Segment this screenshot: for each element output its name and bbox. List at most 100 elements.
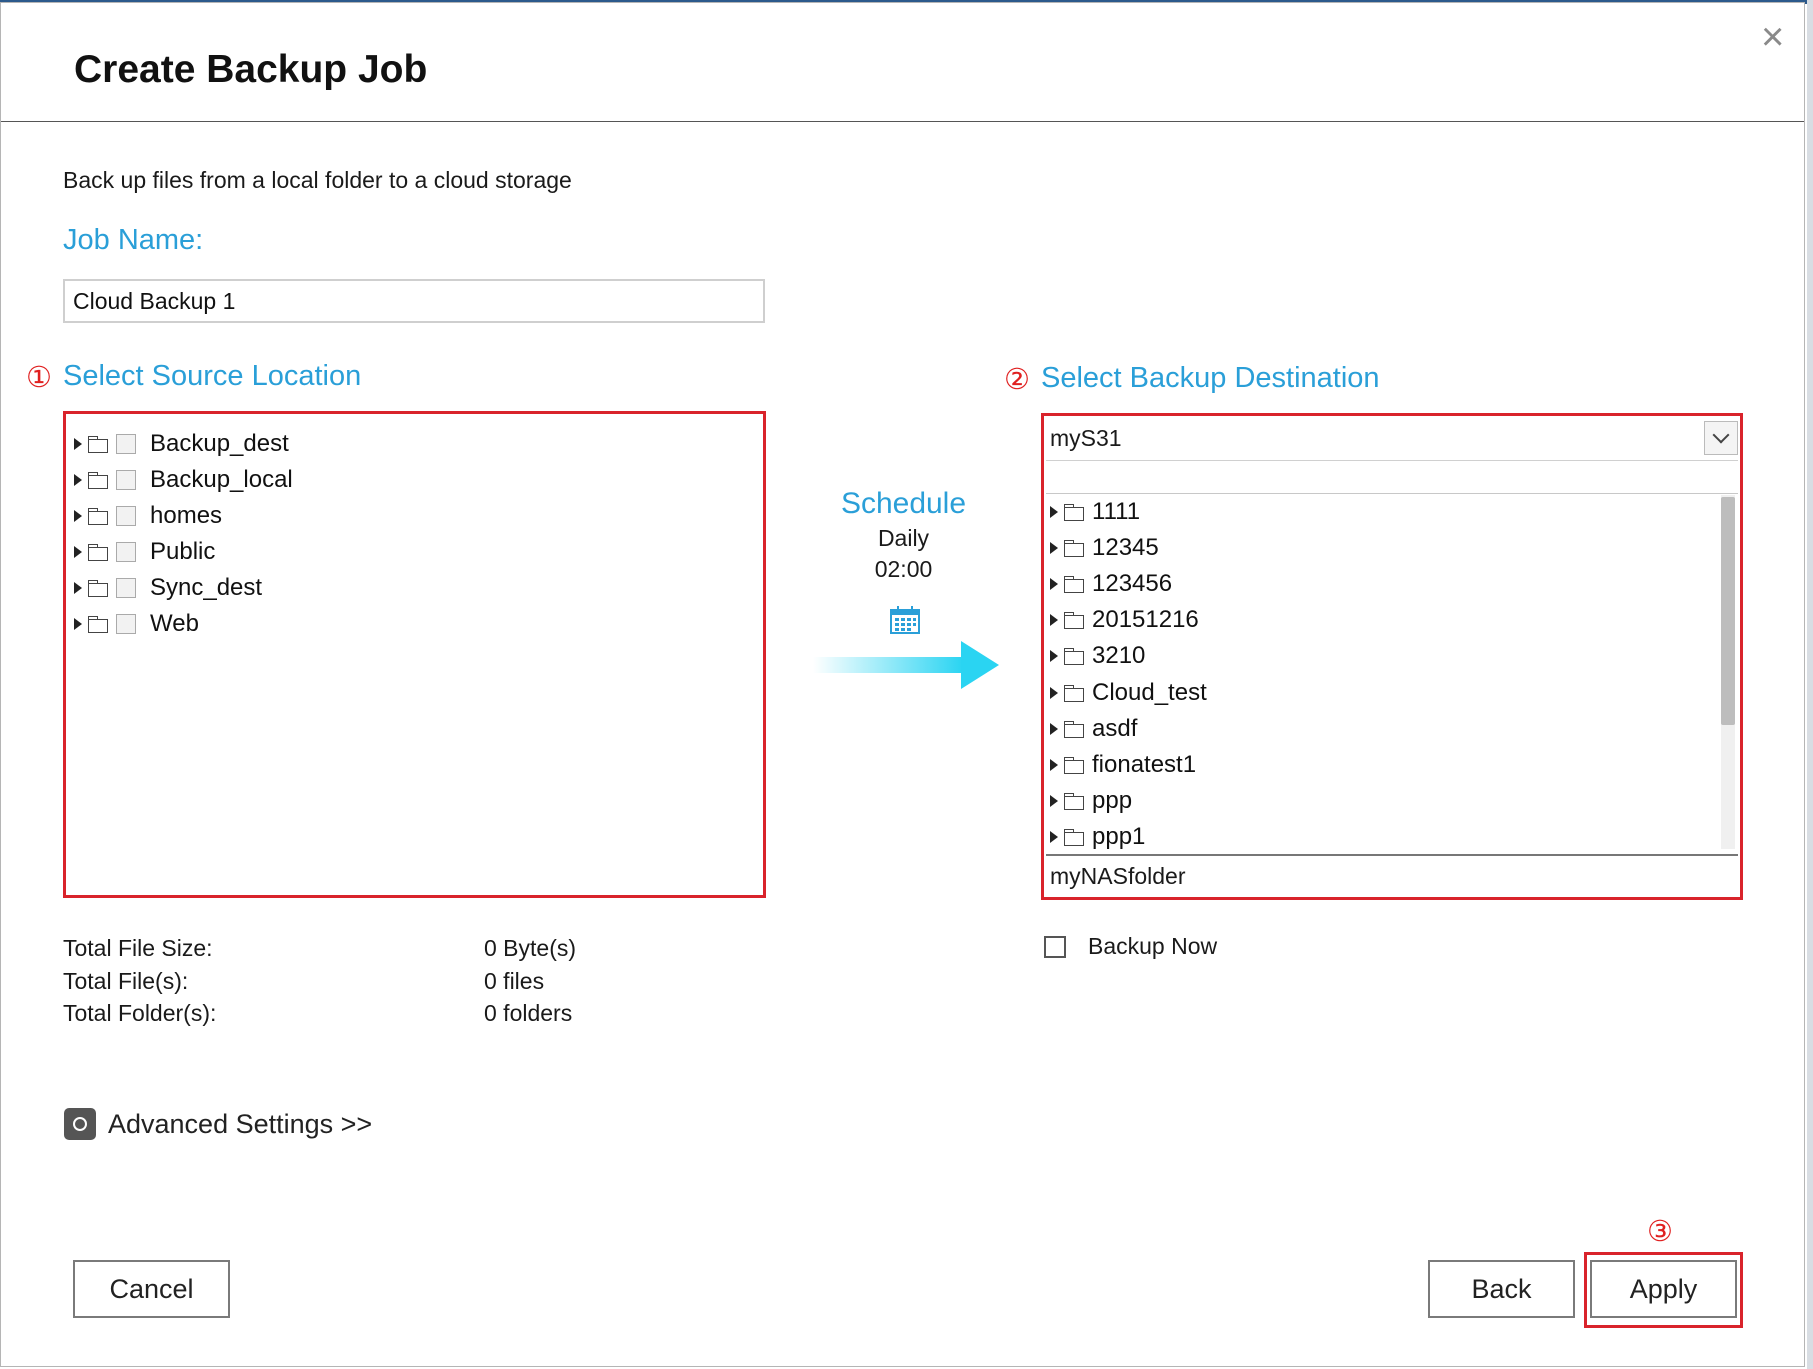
expand-arrow-icon[interactable] xyxy=(74,546,82,558)
destination-folder-label: ppp1 xyxy=(1092,822,1146,850)
expand-arrow-icon[interactable] xyxy=(1050,794,1058,807)
background-edge xyxy=(1807,0,1813,1369)
folder-icon xyxy=(88,616,108,633)
close-icon[interactable]: × xyxy=(1761,17,1784,57)
destination-folder-row[interactable]: asdf xyxy=(1050,711,1137,747)
source-folder-checkbox[interactable] xyxy=(116,434,136,454)
destination-folder-label: 123456 xyxy=(1092,570,1173,598)
backup-now-checkbox[interactable] xyxy=(1044,935,1066,958)
destination-selected: myS31 xyxy=(1050,425,1122,451)
folder-icon xyxy=(88,544,108,561)
source-folder-checkbox[interactable] xyxy=(116,614,136,634)
expand-arrow-icon[interactable] xyxy=(1050,578,1058,591)
destination-blank-row xyxy=(1046,463,1738,494)
destination-folder-label: 3210 xyxy=(1092,642,1146,670)
destination-folder-row[interactable]: 12345 xyxy=(1050,530,1159,566)
expand-arrow-icon[interactable] xyxy=(74,510,82,522)
cancel-button[interactable]: Cancel xyxy=(73,1260,230,1318)
expand-arrow-icon[interactable] xyxy=(1050,542,1058,555)
expand-arrow-icon[interactable] xyxy=(1050,722,1058,735)
schedule-time: 02:00 xyxy=(874,556,933,582)
source-tree-panel: Backup_dest Backup_localhomes Public Sync_d… xyxy=(63,411,766,898)
source-folder-row[interactable]: Backup_local xyxy=(74,462,293,498)
expand-arrow-icon[interactable] xyxy=(1050,758,1058,771)
expand-arrow-icon[interactable] xyxy=(74,474,82,486)
folder-icon xyxy=(1064,828,1084,846)
source-folder-checkbox[interactable] xyxy=(116,506,136,526)
expand-arrow-icon[interactable] xyxy=(74,582,82,594)
gear-icon xyxy=(64,1108,96,1140)
destination-folder-row[interactable]: ppp1 xyxy=(1050,819,1145,855)
apply-button[interactable]: Apply xyxy=(1590,1260,1737,1318)
chevron-down-icon[interactable] xyxy=(1704,421,1738,455)
destination-folder-row[interactable]: fionatest1 xyxy=(1050,747,1196,783)
expand-arrow-icon[interactable] xyxy=(74,618,82,630)
total-folders-label: Total Folder(s): xyxy=(63,1000,217,1026)
destination-folder-row[interactable]: 1111 xyxy=(1050,494,1140,530)
destination-folder-label: asdf xyxy=(1092,714,1138,742)
expand-arrow-icon[interactable] xyxy=(1050,650,1058,663)
folder-icon xyxy=(1064,648,1084,666)
expand-arrow-icon[interactable] xyxy=(1050,830,1058,843)
folder-icon xyxy=(1064,792,1084,810)
backup-now-label: Backup Now xyxy=(1088,933,1218,959)
job-name-input[interactable] xyxy=(63,279,765,323)
source-folder-checkbox[interactable] xyxy=(116,578,136,598)
folder-icon xyxy=(1064,756,1084,774)
destination-folder-row[interactable]: 3210 xyxy=(1050,638,1145,674)
destination-scrollbar-thumb[interactable] xyxy=(1721,497,1735,725)
source-folder-row[interactable]: homes xyxy=(74,498,222,534)
apply-step-marker: ③ xyxy=(1647,1216,1673,1248)
folder-icon xyxy=(1064,612,1084,630)
schedule-frequency: Daily xyxy=(877,525,930,551)
source-folder-checkbox[interactable] xyxy=(116,470,136,490)
schedule-title[interactable]: Schedule xyxy=(821,487,986,521)
source-label: Select Source Location xyxy=(63,360,362,392)
destination-path-field[interactable]: myNASfolder xyxy=(1046,854,1738,896)
destination-folder-row[interactable]: ppp xyxy=(1050,783,1132,819)
source-folder-label: Web xyxy=(150,610,199,637)
total-folders-value: 0 folders xyxy=(484,1000,573,1026)
schedule-section: Schedule Daily 02:00 xyxy=(821,487,986,583)
source-folder-checkbox[interactable] xyxy=(116,542,136,562)
destination-folder-row[interactable]: 20151216 xyxy=(1050,602,1199,638)
dialog-description: Back up files from a local folder to a c… xyxy=(63,167,572,193)
create-backup-dialog: Create Backup Job × Back up files from a… xyxy=(0,2,1805,1367)
total-files-label: Total File(s): xyxy=(63,968,189,994)
expand-arrow-icon[interactable] xyxy=(1050,506,1058,518)
destination-folder-row[interactable]: Cloud_test xyxy=(1050,675,1207,711)
advanced-settings-link[interactable]: Advanced Settings >> xyxy=(64,1108,372,1140)
back-button[interactable]: Back xyxy=(1428,1260,1575,1318)
source-folder-row[interactable]: Backup_dest xyxy=(74,426,289,462)
backup-now-option[interactable]: Backup Now xyxy=(1044,933,1217,960)
source-step-marker: ① xyxy=(26,362,52,394)
expand-arrow-icon[interactable] xyxy=(74,438,82,450)
destination-select[interactable]: myS31 xyxy=(1046,417,1738,461)
destination-folder-label: Cloud_test xyxy=(1092,678,1207,706)
job-name-label: Job Name: xyxy=(63,224,204,256)
folder-icon xyxy=(1064,684,1084,702)
header-divider xyxy=(1,121,1804,122)
dialog-title: Create Backup Job xyxy=(74,48,428,91)
folder-icon xyxy=(88,436,108,453)
advanced-settings-label: Advanced Settings >> xyxy=(108,1108,373,1139)
destination-folder-row[interactable]: 123456 xyxy=(1050,566,1172,602)
folder-icon xyxy=(1064,576,1084,594)
destination-folder-label: 12345 xyxy=(1092,534,1159,562)
folder-icon xyxy=(88,580,108,597)
source-folder-row[interactable]: Sync_dest xyxy=(74,570,262,606)
destination-label: Select Backup Destination xyxy=(1041,362,1380,394)
folder-icon xyxy=(88,508,108,525)
destination-folder-label: ppp xyxy=(1092,786,1133,814)
calendar-icon[interactable] xyxy=(889,605,921,635)
source-folder-row[interactable]: Public xyxy=(74,534,215,570)
destination-folder-label: fionatest1 xyxy=(1092,750,1197,778)
expand-arrow-icon[interactable] xyxy=(1050,614,1058,627)
source-folder-label: Sync_dest xyxy=(150,574,263,601)
source-folder-row[interactable]: Web xyxy=(74,606,199,642)
source-folder-label: homes xyxy=(150,502,223,529)
total-size-value: 0 Byte(s) xyxy=(484,935,577,961)
source-folder-label: Backup_local xyxy=(150,466,293,493)
source-folder-label: Backup_dest xyxy=(150,430,289,457)
expand-arrow-icon[interactable] xyxy=(1050,686,1058,699)
